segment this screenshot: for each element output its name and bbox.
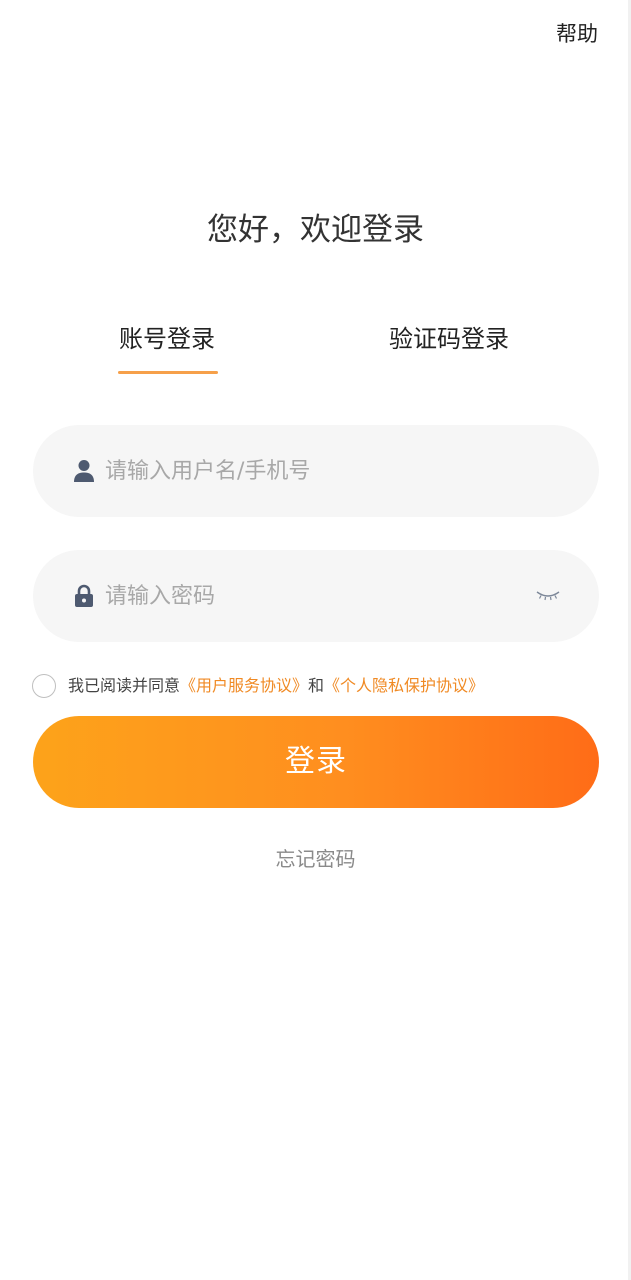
lock-icon (75, 584, 93, 607)
username-field[interactable] (33, 425, 599, 517)
forgot-password-link[interactable]: 忘记密码 (0, 844, 631, 874)
agreement-prefix: 我已阅读并同意 (68, 676, 181, 695)
tab-sms-login[interactable]: 验证码登录 (389, 318, 509, 360)
agreement-conjunction: 和 (308, 676, 325, 695)
tab-account-login[interactable]: 账号登录 (119, 318, 215, 360)
password-field[interactable] (33, 550, 599, 642)
password-input[interactable] (105, 576, 525, 616)
login-tabs: 账号登录 验证码登录 (0, 318, 631, 378)
agreement-text: 我已阅读并同意《用户服务协议》和《个人隐私保护协议》 (68, 674, 484, 698)
user-icon (74, 460, 94, 482)
user-service-agreement-link[interactable]: 《用户服务协议》 (180, 676, 308, 695)
page-title: 您好，欢迎登录 (207, 212, 424, 248)
username-input[interactable] (105, 451, 525, 491)
login-button[interactable]: 登录 (33, 716, 599, 808)
agreement-checkbox[interactable] (32, 674, 56, 698)
active-tab-indicator (118, 371, 218, 374)
eye-closed-icon[interactable] (535, 588, 561, 604)
login-page: 帮助 您好，欢迎登录 账号登录 验证码登录 我已阅读并同意《用户服 (0, 0, 631, 1280)
privacy-agreement-link[interactable]: 《个人隐私保护协议》 (324, 676, 484, 695)
agreement-row: 我已阅读并同意《用户服务协议》和《个人隐私保护协议》 (32, 672, 612, 702)
help-link[interactable]: 帮助 (556, 20, 598, 48)
